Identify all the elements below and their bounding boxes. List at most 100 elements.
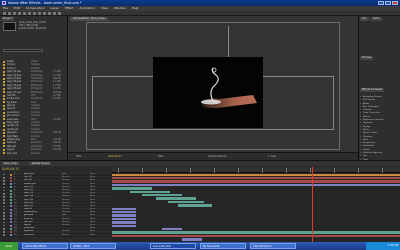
menu-effect[interactable]: Effect [65, 6, 74, 10]
taskbar-item-paint[interactable]: Untitled - Paint [70, 243, 116, 249]
project-search-input[interactable] [3, 49, 43, 52]
menu-window[interactable]: Window [114, 6, 126, 10]
brush-tool-icon[interactable] [48, 12, 51, 15]
layer-name[interactable]: end_card [24, 234, 34, 237]
timeline-tabs: final_comp Render Queue [0, 161, 400, 166]
footage-icon [3, 91, 5, 94]
composition-tab[interactable]: Composition: final_comp [70, 17, 108, 21]
menu-view[interactable]: View [101, 6, 108, 10]
blend-mode-dropdown[interactable]: Normal [62, 234, 70, 237]
layer-duration-bar[interactable] [112, 173, 400, 177]
visibility-eye-icon[interactable] [3, 205, 5, 208]
effects-presets-tab[interactable]: Effects & Presets [360, 88, 385, 92]
after-effects-app-icon [2, 1, 6, 5]
tab-render-queue[interactable]: Render Queue [30, 161, 52, 166]
clone-tool-icon[interactable] [53, 12, 56, 15]
taskbar-item-internet-explorer[interactable]: Internet Explorer [250, 243, 296, 249]
visibility-eye-icon[interactable] [3, 227, 5, 230]
info-tab[interactable]: Info [360, 17, 369, 21]
visibility-eye-icon[interactable] [3, 176, 5, 179]
layer-duration-bar[interactable] [112, 176, 400, 180]
layer-duration-bar[interactable] [162, 227, 182, 231]
menu-composition[interactable]: Composition [26, 6, 45, 10]
visibility-eye-icon[interactable] [3, 202, 5, 205]
layer-duration-bar[interactable] [112, 221, 136, 224]
taskbar-item-after-effects[interactable]: Adobe After Effects [22, 243, 68, 249]
maximize-button[interactable] [385, 1, 391, 5]
pan-behind-tool-icon[interactable] [28, 12, 31, 15]
footage-icon [3, 121, 5, 124]
zoom-tool-icon[interactable] [13, 12, 16, 15]
layer-duration-bar[interactable] [112, 224, 136, 228]
layer-duration-bar[interactable] [112, 183, 400, 187]
tab-final-comp[interactable]: final_comp [2, 161, 19, 166]
text-tool-icon[interactable] [43, 12, 46, 15]
layer-duration-bar[interactable] [112, 217, 136, 221]
layer-duration-bar[interactable] [112, 231, 400, 234]
layer-row[interactable]: 20 end_card Normal None [0, 234, 112, 237]
layer-duration-bar[interactable] [130, 190, 170, 194]
list-item[interactable]: end_card Compos [1, 152, 67, 155]
visibility-eye-icon[interactable] [3, 208, 5, 211]
minimize-button[interactable] [378, 1, 384, 5]
current-time-indicator[interactable] [312, 167, 313, 243]
menu-layer[interactable]: Layer [51, 6, 59, 10]
visibility-eye-icon[interactable] [3, 192, 5, 195]
current-time-display[interactable]: 0;00;04;17 [2, 167, 19, 171]
visibility-eye-icon[interactable] [3, 196, 5, 198]
parent-dropdown[interactable]: None [90, 234, 95, 237]
visibility-eye-icon[interactable] [3, 212, 5, 214]
menu-help[interactable]: Help [132, 6, 139, 10]
menu-animation[interactable]: Animation [79, 6, 94, 10]
start-button[interactable]: start [0, 242, 18, 250]
pen-tool-icon[interactable] [38, 12, 41, 15]
layer-duration-bar[interactable] [178, 204, 212, 207]
footage-duration: Δ 0;00;10;00, 29.97 fps [19, 26, 47, 30]
visibility-eye-icon[interactable] [3, 180, 5, 182]
visibility-eye-icon[interactable] [3, 199, 5, 201]
menu-edit[interactable]: Edit [14, 6, 20, 10]
rotate-tool-icon[interactable] [18, 12, 21, 15]
smoke-swirl [210, 67, 219, 102]
footage-icon [3, 94, 5, 97]
hand-tool-icon[interactable] [8, 12, 11, 15]
layer-duration-bar[interactable] [156, 197, 196, 200]
layer-duration-bar[interactable] [112, 207, 136, 211]
timeline-panel: final_comp Render Queue 0;00;04;17 1 ligh… [0, 160, 400, 243]
visibility-eye-icon[interactable] [3, 183, 5, 185]
visibility-eye-icon[interactable] [3, 173, 5, 176]
mask-tool-icon[interactable] [33, 12, 36, 15]
camera-tool-icon[interactable] [23, 12, 26, 15]
visibility-eye-icon[interactable] [3, 189, 5, 192]
layer-duration-bar[interactable] [168, 200, 204, 204]
footage-icon [3, 97, 5, 100]
time-ruler[interactable] [112, 167, 400, 173]
visibility-eye-icon[interactable] [3, 224, 5, 227]
visibility-eye-icon[interactable] [3, 231, 5, 233]
layer-duration-bar[interactable] [112, 180, 400, 183]
footage-icon [3, 131, 5, 134]
visibility-eye-icon[interactable] [3, 234, 5, 236]
audio-tab[interactable]: Audio [371, 17, 382, 21]
footage-icon [3, 142, 5, 145]
visibility-eye-icon[interactable] [3, 186, 5, 189]
project-tab[interactable]: Project [1, 17, 14, 21]
visibility-eye-icon[interactable] [3, 218, 5, 221]
eraser-tool-icon[interactable] [58, 12, 61, 15]
visibility-eye-icon[interactable] [3, 215, 5, 217]
taskbar-item-my-documents[interactable]: My Documents [200, 243, 246, 249]
close-button[interactable] [392, 1, 398, 5]
layer-duration-bar[interactable] [142, 193, 182, 197]
menu-file[interactable]: File [3, 6, 8, 10]
layer-duration-bar[interactable] [112, 210, 136, 214]
layer-duration-bar[interactable] [112, 234, 400, 238]
preview-tab[interactable]: Preview [360, 56, 374, 60]
layer-duration-bar[interactable] [112, 187, 152, 190]
selection-tool-icon[interactable] [3, 12, 6, 15]
layer-duration-bar[interactable] [112, 214, 136, 217]
label-color-swatch[interactable] [10, 234, 12, 237]
visibility-eye-icon[interactable] [3, 221, 5, 224]
layer-duration-bar[interactable] [182, 238, 202, 241]
footage-icon [3, 77, 5, 80]
taskbar-item-project[interactable]: book-smile_final [150, 243, 196, 249]
